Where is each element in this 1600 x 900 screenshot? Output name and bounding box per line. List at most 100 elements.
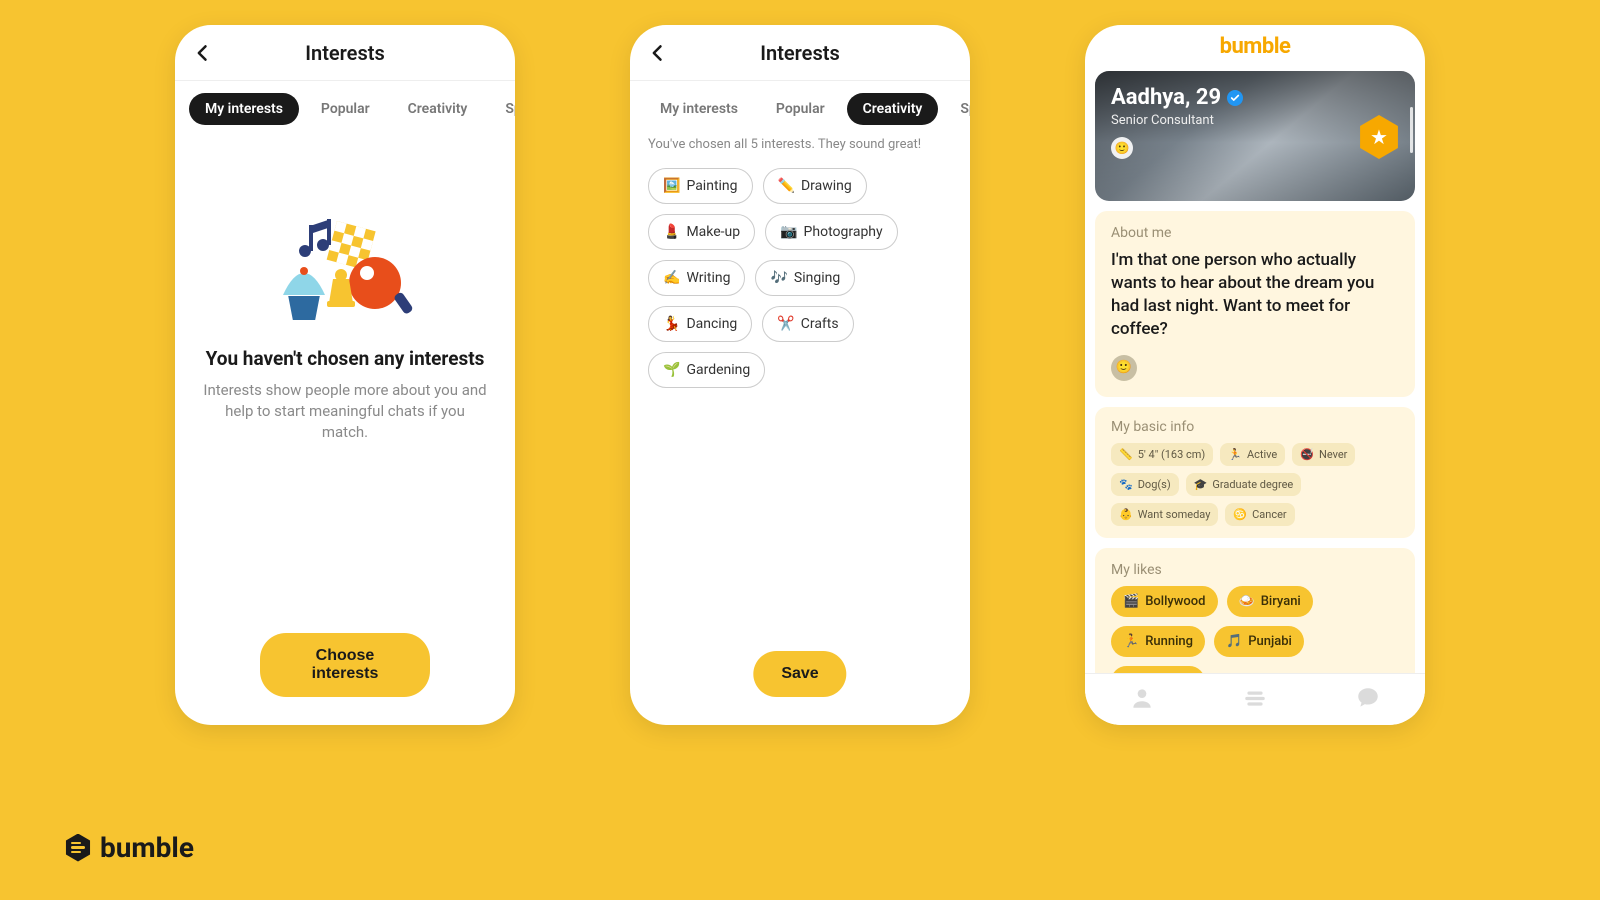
bumble-hex-icon [64, 834, 92, 862]
tab-sports[interactable]: Sports [489, 93, 515, 125]
basic-info-section: My basic info 📏5' 4" (163 cm) 🏃Active 🚭N… [1095, 407, 1415, 538]
header: Interests [630, 25, 970, 81]
tab-creativity[interactable]: Creativity [847, 93, 939, 125]
nav-chat[interactable] [1355, 685, 1381, 715]
chevron-left-icon [648, 43, 668, 63]
nav-profile[interactable] [1129, 685, 1155, 715]
photography-icon: 📷 [780, 224, 797, 240]
back-button[interactable] [648, 43, 668, 63]
chip-label: Photography [804, 224, 883, 240]
film-icon: 🎬 [1123, 594, 1139, 609]
chip-drawing[interactable]: ✏️ Drawing [763, 168, 867, 204]
star-icon: ★ [1370, 125, 1388, 149]
chip-photography[interactable]: 📷 Photography [765, 214, 898, 250]
music-icon: 🎵 [1226, 634, 1242, 649]
photo-progress-indicator [1410, 107, 1413, 153]
chip-dancing[interactable]: 💃 Dancing [648, 306, 752, 342]
phone-interests-empty: Interests My interests Popular Creativit… [175, 25, 515, 725]
dancing-icon: 💃 [663, 316, 680, 332]
about-section: About me I'm that one person who actuall… [1095, 211, 1415, 397]
activity-icon: 🏃 [1228, 448, 1242, 461]
chip-label: Singing [794, 270, 840, 286]
person-icon [1129, 685, 1155, 711]
running-icon: 🏃 [1123, 634, 1139, 649]
bottom-nav [1085, 673, 1425, 725]
profile-name: Aadhya, 29 [1111, 85, 1243, 110]
header: Interests [175, 25, 515, 81]
chip-label: Drawing [801, 178, 852, 194]
tab-my-interests[interactable]: My interests [644, 93, 754, 125]
choose-interests-button[interactable]: Choose interests [260, 633, 430, 697]
zodiac-icon: ♋ [1233, 508, 1247, 521]
like-chip-running: 🏃Running [1111, 626, 1205, 657]
chip-label: Writing [686, 270, 730, 286]
tab-my-interests[interactable]: My interests [189, 93, 299, 125]
info-chip-active: 🏃Active [1220, 443, 1285, 466]
info-chip-kids: 👶Want someday [1111, 503, 1218, 526]
bumble-wordmark: bumble [100, 831, 194, 864]
interest-chips: 🖼️ Painting ✏️ Drawing 💄 Make-up 📷 Photograp… [630, 164, 970, 392]
save-button[interactable]: Save [753, 651, 846, 697]
info-chip-zodiac: ♋Cancer [1225, 503, 1294, 526]
chip-crafts[interactable]: ✂️ Crafts [762, 306, 853, 342]
like-chip-biryani: 🍛Biryani [1227, 586, 1313, 617]
empty-title: You haven't chosen any interests [206, 347, 485, 370]
about-label: About me [1111, 225, 1399, 241]
hive-icon [1242, 685, 1268, 711]
chip-label: Gardening [686, 362, 750, 378]
empty-subtitle: Interests show people more about you and… [197, 380, 493, 443]
tab-popular[interactable]: Popular [305, 93, 386, 125]
chip-label: Crafts [801, 316, 839, 332]
basic-info-label: My basic info [1111, 419, 1399, 435]
info-chip-smoking: 🚭Never [1292, 443, 1355, 466]
drawing-icon: ✏️ [778, 178, 795, 194]
interests-illustration-icon [275, 215, 415, 325]
food-icon: 🍛 [1239, 594, 1255, 609]
basic-info-chips: 📏5' 4" (163 cm) 🏃Active 🚭Never 🐾Dog(s) 🎓… [1111, 443, 1399, 526]
reaction-button[interactable]: 🙂 [1111, 355, 1137, 381]
chip-painting[interactable]: 🖼️ Painting [648, 168, 753, 204]
tabs: My interests Popular Creativity Sports [175, 81, 515, 135]
about-text: I'm that one person who actually wants t… [1111, 249, 1399, 341]
ruler-icon: 📏 [1119, 448, 1133, 461]
info-chip-pets: 🐾Dog(s) [1111, 473, 1179, 496]
likes-label: My likes [1111, 562, 1399, 578]
baby-icon: 👶 [1119, 508, 1133, 521]
singing-icon: 🎶 [770, 270, 787, 286]
nav-hive[interactable] [1242, 685, 1268, 715]
page-title: Interests [760, 41, 839, 65]
back-button[interactable] [193, 43, 213, 63]
chip-gardening[interactable]: 🌱 Gardening [648, 352, 765, 388]
chip-label: Make-up [686, 224, 740, 240]
chip-makeup[interactable]: 💄 Make-up [648, 214, 755, 250]
bumble-logo: bumble [64, 831, 194, 864]
phone-profile: bumble Aadhya, 29 Senior Consultant 🙂 ★ … [1085, 25, 1425, 725]
chip-label: Painting [686, 178, 737, 194]
tab-sports[interactable]: Spo [944, 93, 970, 125]
helper-text: You've chosen all 5 interests. They soun… [630, 135, 970, 164]
graduation-icon: 🎓 [1194, 478, 1208, 491]
chip-singing[interactable]: 🎶 Singing [755, 260, 855, 296]
profile-role: Senior Consultant [1111, 113, 1214, 128]
brand-header: bumble [1085, 25, 1425, 67]
profile-name-text: Aadhya, 29 [1111, 85, 1221, 110]
crafts-icon: ✂️ [777, 316, 794, 332]
chevron-left-icon [193, 43, 213, 63]
chip-label: Dancing [686, 316, 737, 332]
like-chip-bollywood: 🎬Bollywood [1111, 586, 1218, 617]
info-chip-height: 📏5' 4" (163 cm) [1111, 443, 1213, 466]
reaction-button[interactable]: 🙂 [1111, 137, 1133, 159]
painting-icon: 🖼️ [663, 178, 680, 194]
phone-interests-creativity: Interests My interests Popular Creativit… [630, 25, 970, 725]
like-chip-punjabi: 🎵Punjabi [1214, 626, 1304, 657]
makeup-icon: 💄 [663, 224, 680, 240]
tabs: My interests Popular Creativity Spo [630, 81, 970, 135]
page-title: Interests [305, 41, 384, 65]
gardening-icon: 🌱 [663, 362, 680, 378]
tab-popular[interactable]: Popular [760, 93, 841, 125]
verified-badge-icon [1227, 90, 1243, 106]
chip-writing[interactable]: ✍️Writing [648, 260, 745, 296]
tab-creativity[interactable]: Creativity [392, 93, 484, 125]
smoking-icon: 🚭 [1300, 448, 1314, 461]
profile-hero[interactable]: Aadhya, 29 Senior Consultant 🙂 ★ [1095, 71, 1415, 201]
